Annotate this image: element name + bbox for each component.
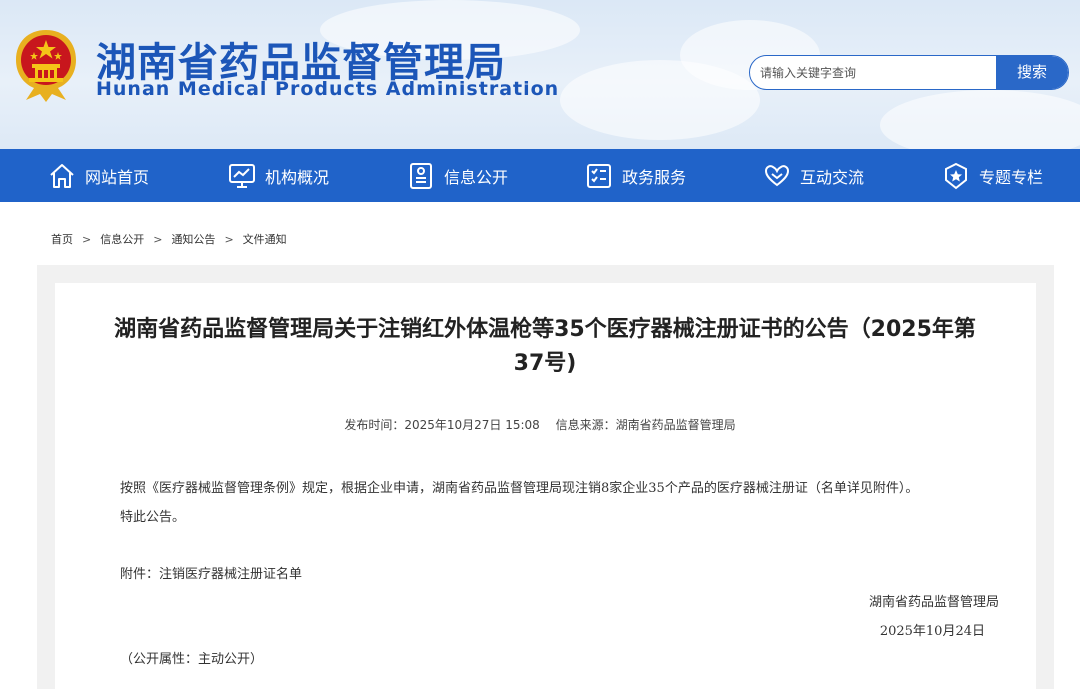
nav-item-info-disclosure[interactable]: 信息公开 bbox=[407, 149, 508, 202]
nav-item-home[interactable]: 网站首页 bbox=[48, 149, 149, 202]
breadcrumb-link-home[interactable]: 首页 bbox=[51, 231, 73, 247]
nav-item-label: 专题专栏 bbox=[979, 167, 1044, 187]
home-icon bbox=[50, 163, 74, 188]
article-paragraph: 按照《医疗器械监督管理条例》规定，根据企业申请，湖南省药品监督管理局现注销8家企… bbox=[120, 481, 919, 496]
monitor-chart-icon bbox=[229, 163, 255, 188]
disclosure-attribute: （公开属性：主动公开） bbox=[120, 652, 264, 667]
nav-item-label: 网站首页 bbox=[85, 167, 150, 187]
nav-item-about[interactable]: 机构概况 bbox=[228, 149, 329, 202]
checklist-icon bbox=[587, 163, 611, 188]
signature-organization: 湖南省药品监督管理局 bbox=[868, 595, 999, 610]
article-meta: 发布时间：2025年10月27日 15:08 信息来源：湖南省药品监督管理局 bbox=[0, 416, 1080, 433]
search-button[interactable]: 搜索 bbox=[996, 56, 1068, 89]
heart-hands-icon bbox=[764, 164, 790, 186]
search-input[interactable] bbox=[750, 56, 998, 89]
breadcrumb-separator: > bbox=[82, 232, 92, 246]
nav-item-label: 互动交流 bbox=[800, 167, 865, 187]
breadcrumb: 首页 > 信息公开 > 通知公告 > 文件通知 bbox=[51, 231, 287, 247]
breadcrumb-link-info[interactable]: 信息公开 bbox=[100, 231, 144, 247]
article-title-line1: 湖南省药品监督管理局关于注销红外体温枪等35个医疗器械注册证书的公告（2025年… bbox=[114, 317, 976, 342]
cloud-decoration bbox=[880, 90, 1080, 149]
breadcrumb-separator: > bbox=[224, 232, 234, 246]
breadcrumb-link-documents[interactable]: 文件通知 bbox=[243, 231, 287, 247]
national-emblem-icon[interactable] bbox=[12, 28, 80, 104]
document-list-icon bbox=[410, 162, 432, 189]
article-title: 湖南省药品监督管理局关于注销红外体温枪等35个医疗器械注册证书的公告（2025年… bbox=[70, 313, 1020, 381]
breadcrumb-link-notices[interactable]: 通知公告 bbox=[171, 231, 215, 247]
breadcrumb-separator: > bbox=[153, 232, 163, 246]
info-source: 信息来源：湖南省药品监督管理局 bbox=[555, 418, 736, 432]
star-badge-icon bbox=[945, 162, 967, 189]
article-paragraph: 特此公告。 bbox=[120, 510, 186, 525]
signature-date: 2025年10月24日 bbox=[879, 624, 985, 639]
attachment-link[interactable]: 附件：注销医疗器械注册证名单 bbox=[120, 563, 302, 582]
site-header: 湖南省药品监督管理局 Hunan Medical Products Admini… bbox=[0, 0, 1080, 149]
search-box: 搜索 bbox=[749, 55, 1069, 90]
article-title-line2: 37号) bbox=[513, 351, 577, 376]
nav-item-topics[interactable]: 专题专栏 bbox=[942, 149, 1043, 202]
site-subtitle: Hunan Medical Products Administration bbox=[96, 78, 560, 100]
nav-item-label: 机构概况 bbox=[265, 167, 330, 187]
publish-time: 发布时间：2025年10月27日 15:08 bbox=[344, 418, 540, 432]
nav-item-services[interactable]: 政务服务 bbox=[585, 149, 686, 202]
nav-item-label: 信息公开 bbox=[444, 167, 509, 187]
nav-item-label: 政务服务 bbox=[622, 167, 687, 187]
main-nav: 网站首页 机构概况 信息公开 政务服务 互动交流 专题专栏 bbox=[0, 149, 1080, 202]
nav-item-interaction[interactable]: 互动交流 bbox=[763, 149, 864, 202]
